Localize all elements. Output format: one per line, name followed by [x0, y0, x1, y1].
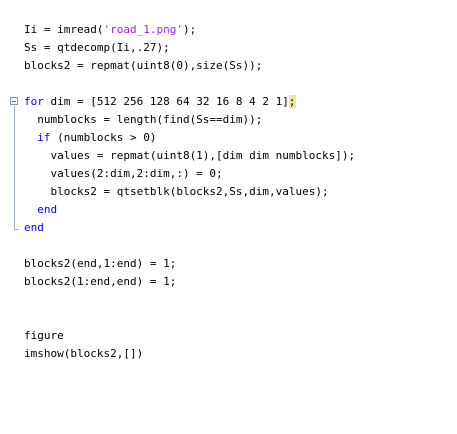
fold-end-marker — [14, 229, 19, 230]
keyword-end: end — [37, 203, 58, 216]
code-line-blocks-end-col[interactable]: blocks2(1:end,end) = 1; — [24, 273, 176, 290]
code-text: blocks2(end,1:end) = 1; — [24, 257, 177, 270]
fold-guide-line — [14, 106, 15, 230]
code-text: blocks2 = qtsetblk(blocks2,Ss,dim,values… — [24, 185, 329, 198]
code-text: dim = [512 256 128 64 32 16 8 4 2 1] — [43, 95, 289, 108]
code-line-1[interactable]: Ii = imread('road_1.png'); — [24, 21, 196, 38]
code-text: figure — [24, 329, 64, 342]
code-line-values-zero[interactable]: values(2:dim,2:dim,:) = 0; — [24, 165, 223, 182]
code-line-2[interactable]: Ss = qtdecomp(Ii,.27); — [24, 39, 170, 56]
code-text: Ii = imread( — [24, 23, 104, 36]
code-line-numblocks[interactable]: numblocks = length(find(Ss==dim)); — [24, 111, 262, 128]
code-text: blocks2(1:end,end) = 1; — [24, 275, 177, 288]
code-text: ); — [182, 23, 197, 36]
code-text: Ss = qtdecomp(Ii,.27); — [24, 41, 170, 54]
code-line-end-if[interactable]: end — [24, 201, 57, 218]
string-literal: 'road_1.png' — [103, 23, 183, 36]
code-editor[interactable]: Ii = imread('road_1.png'); Ss = qtdecomp… — [0, 0, 457, 434]
code-line-blocks-end-row[interactable]: blocks2(end,1:end) = 1; — [24, 255, 176, 272]
fold-collapse-icon[interactable] — [10, 97, 18, 105]
code-text: numblocks = length(find(Ss==dim)); — [24, 113, 263, 126]
code-line-qtsetblk[interactable]: blocks2 = qtsetblk(blocks2,Ss,dim,values… — [24, 183, 329, 200]
code-line-if[interactable]: if (numblocks > 0) — [24, 129, 156, 146]
code-line-for[interactable]: for dim = [512 256 128 64 32 16 8 4 2 1]… — [24, 93, 296, 110]
cursor-highlight: ; — [288, 95, 296, 108]
code-text: values(2:dim,2:dim,:) = 0; — [24, 167, 223, 180]
code-text: blocks2 = repmat(uint8(0),size(Ss)); — [24, 59, 263, 72]
keyword-for: for — [24, 95, 44, 108]
code-line-figure[interactable]: figure — [24, 327, 64, 344]
code-line-3[interactable]: blocks2 = repmat(uint8(0),size(Ss)); — [24, 57, 262, 74]
keyword-end: end — [24, 221, 44, 234]
code-line-values-repmat[interactable]: values = repmat(uint8(1),[dim dim numblo… — [24, 147, 355, 164]
code-line-imshow[interactable]: imshow(blocks2,[]) — [24, 345, 143, 362]
code-text: imshow(blocks2,[]) — [24, 347, 144, 360]
code-line-end-for[interactable]: end — [24, 219, 44, 236]
code-text: (numblocks > 0) — [50, 131, 157, 144]
keyword-if: if — [37, 131, 51, 144]
code-text: values = repmat(uint8(1),[dim dim numblo… — [24, 149, 356, 162]
